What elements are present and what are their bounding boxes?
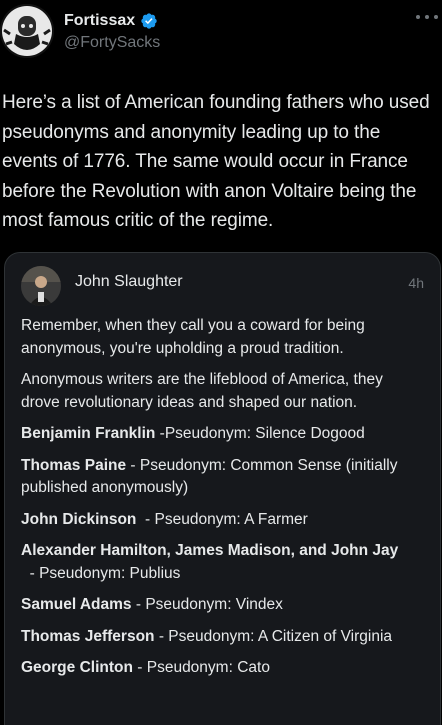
- author-avatar[interactable]: [0, 4, 54, 58]
- avatar-illustration: [0, 4, 54, 58]
- pseudonym-text: Pseudonym: Cato: [146, 659, 270, 676]
- separator: -: [155, 425, 165, 442]
- pseudonym-text: Pseudonym: Vindex: [145, 596, 283, 613]
- list-item: Benjamin Franklin -Pseudonym: Silence Do…: [21, 423, 413, 446]
- author-display-name[interactable]: Fortissax: [64, 12, 135, 30]
- more-options-icon[interactable]: [416, 10, 438, 24]
- pseudonym-text: Pseudonym: A Farmer: [154, 510, 308, 528]
- quoted-post-body: Remember, when they call you a coward fo…: [21, 315, 413, 689]
- author-name-row: Fortissax: [64, 12, 158, 30]
- pseudonym-text: Pseudonym: A Citizen of Virginia: [168, 627, 393, 645]
- list-item: George Clinton - Pseudonym: Cato: [21, 657, 413, 680]
- founder-name: Samuel Adams: [21, 596, 132, 613]
- post-view: Fortissax @FortySacks Here’s a list of A…: [0, 0, 442, 725]
- pseudonym-text: Pseudonym: Publius: [39, 564, 181, 582]
- founder-name: Thomas Jefferson: [21, 627, 155, 645]
- quoted-intro: Remember, when they call you a coward fo…: [21, 317, 365, 357]
- quoted-author-name[interactable]: John Slaughter: [75, 273, 183, 291]
- separator: -: [136, 510, 155, 528]
- quoted-author-avatar[interactable]: [21, 266, 61, 306]
- quoted-intro-2: Anonymous writers are the lifeblood of A…: [21, 371, 383, 411]
- author-handle[interactable]: @FortySacks: [64, 34, 160, 52]
- founder-name: Alexander Hamilton, James Madison, and J…: [21, 542, 399, 559]
- list-item: Alexander Hamilton, James Madison, and J…: [21, 540, 413, 585]
- quoted-timestamp[interactable]: 4h: [408, 275, 424, 291]
- quoted-post-card[interactable]: John Slaughter 4h Remember, when they ca…: [4, 252, 441, 725]
- list-item: Thomas Paine - Pseudonym: Common Sense (…: [21, 455, 413, 500]
- post-header: Fortissax @FortySacks: [0, 0, 442, 70]
- list-item: Thomas Jefferson - Pseudonym: A Citizen …: [21, 626, 413, 649]
- list-item: John Dickinson - Pseudonym: A Farmer: [21, 509, 413, 532]
- founder-name: Benjamin Franklin: [21, 425, 156, 442]
- list-item: Samuel Adams - Pseudonym: Vindex: [21, 594, 413, 617]
- verified-badge-icon: [141, 13, 157, 29]
- separator: -: [131, 596, 146, 613]
- pseudonym-text: Pseudonym: Silence Dogood: [164, 425, 365, 442]
- separator: -: [132, 659, 147, 676]
- post-text: Here’s a list of American founding fathe…: [2, 92, 430, 231]
- founder-name: Thomas Paine: [21, 456, 127, 474]
- founder-name: John Dickinson: [21, 510, 137, 528]
- founder-name: George Clinton: [21, 659, 133, 676]
- separator: -: [126, 456, 140, 474]
- quoted-avatar-illustration: [21, 266, 61, 306]
- separator: -: [154, 627, 169, 645]
- separator: -: [21, 564, 40, 582]
